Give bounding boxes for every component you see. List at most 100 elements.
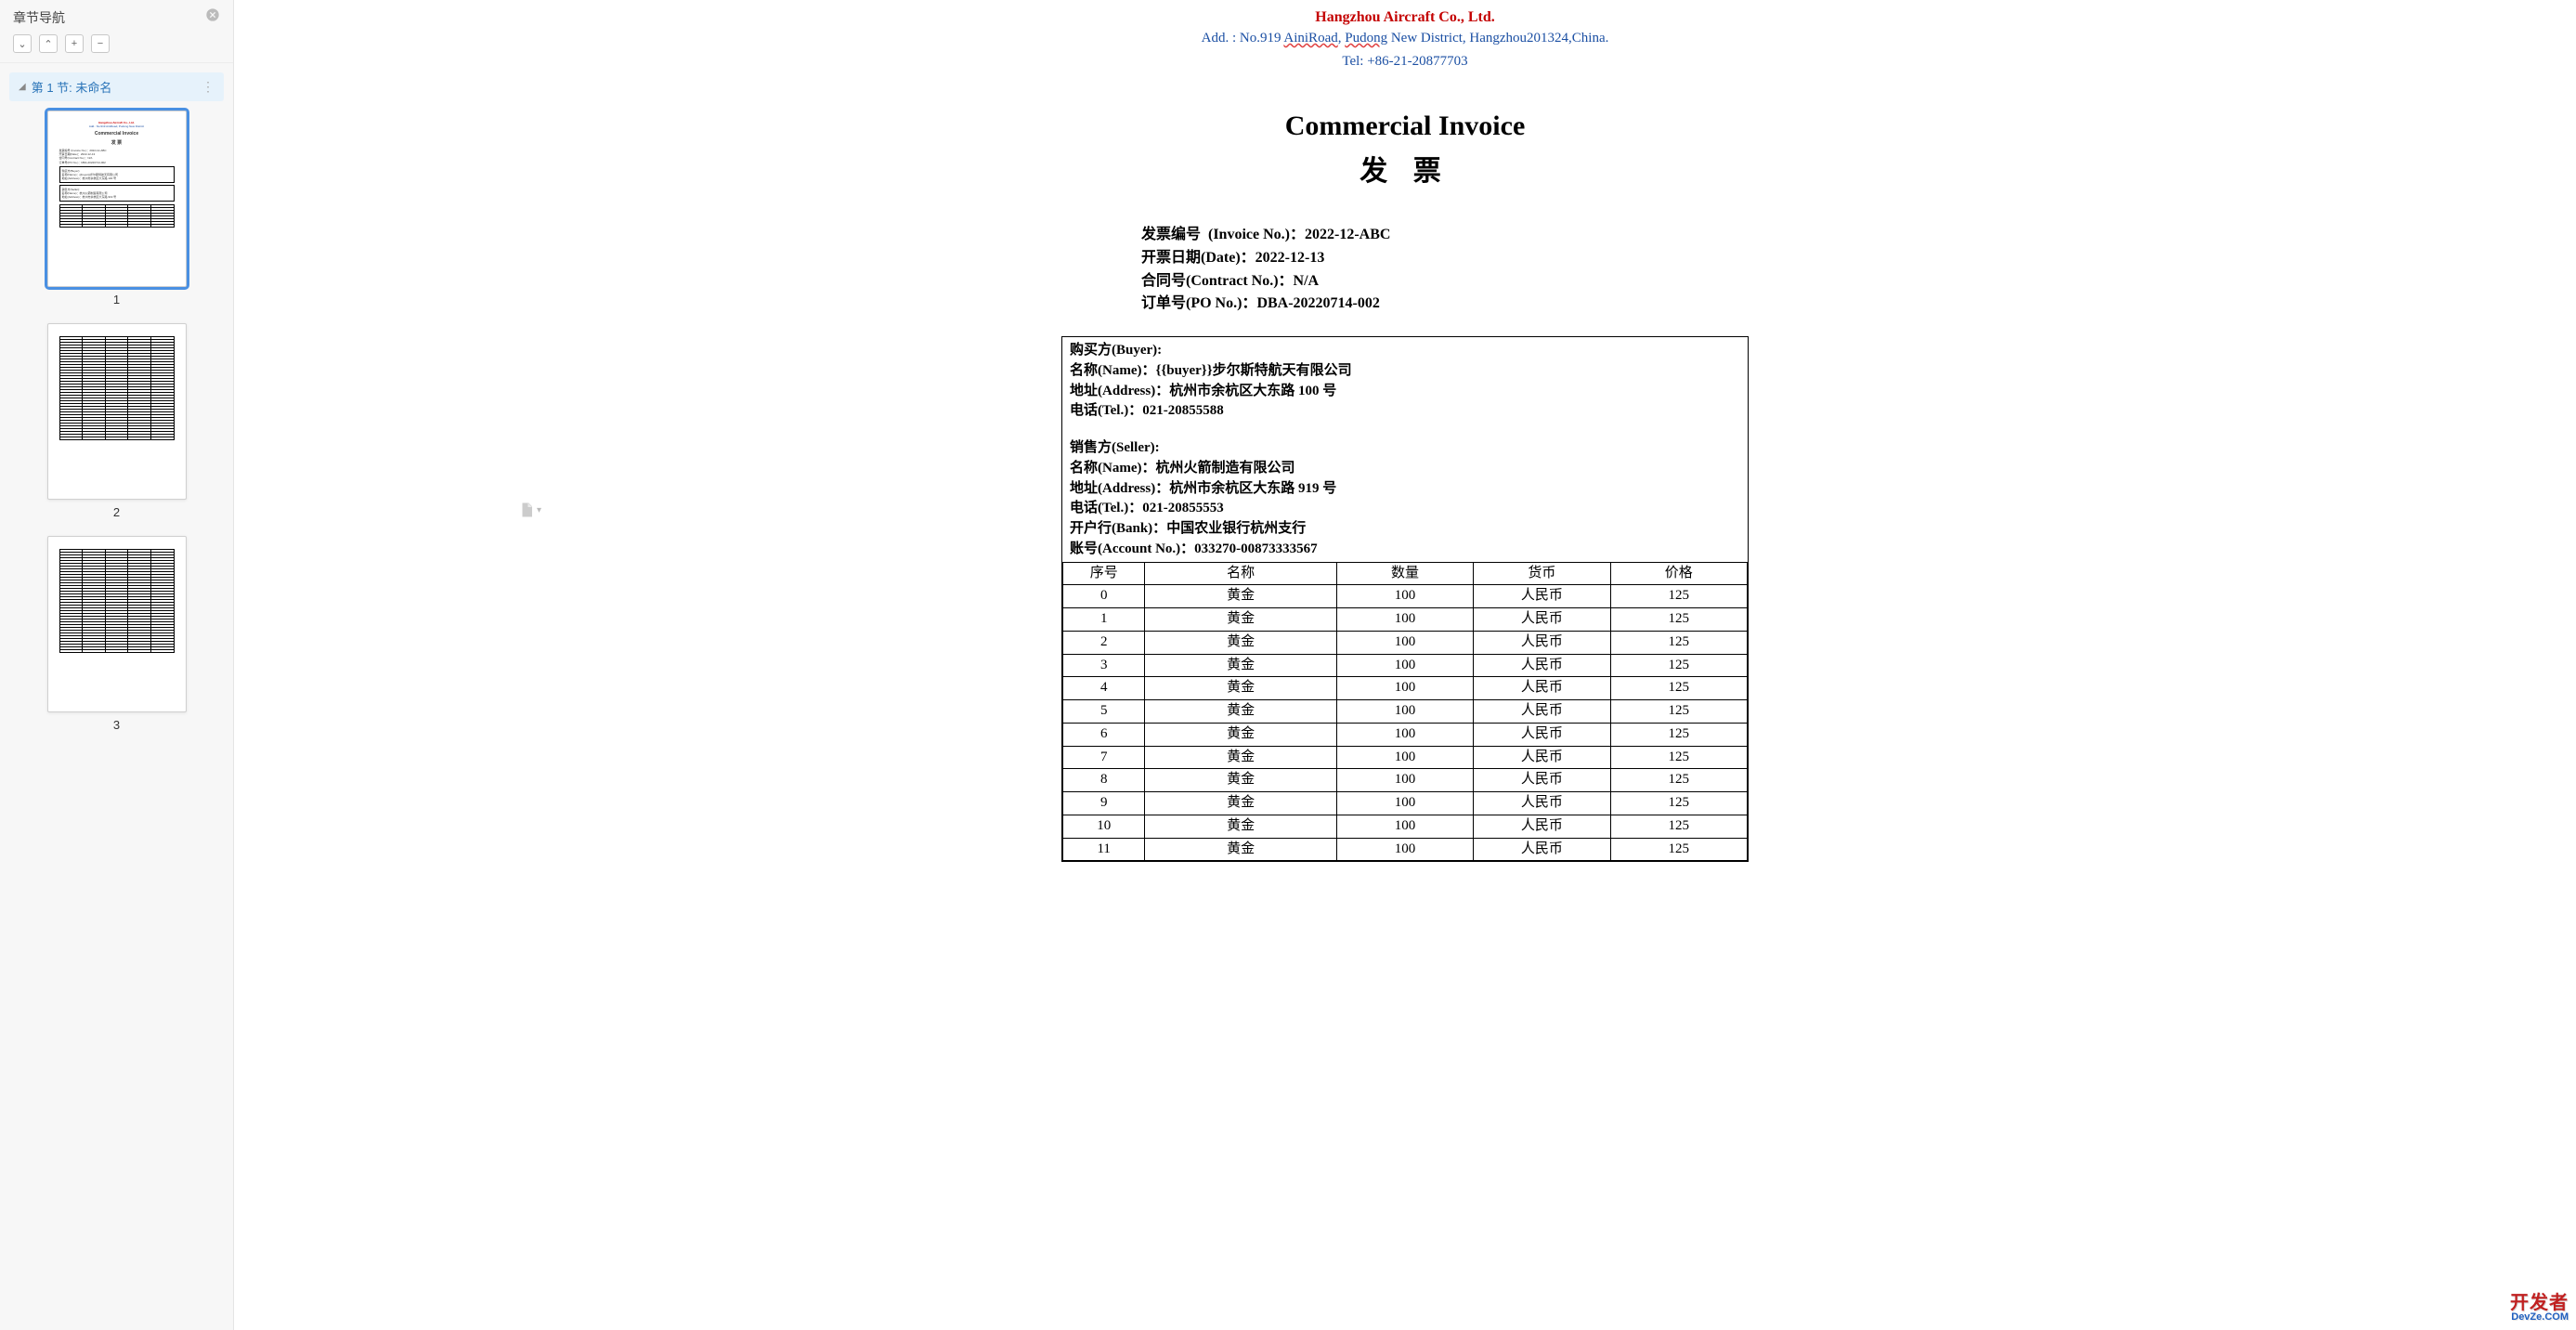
invoice-no-value: 2022-12-ABC [1305,227,1390,242]
cell-price: 125 [1610,654,1747,677]
cell-price: 125 [1610,815,1747,838]
col-price: 价格 [1610,562,1747,585]
buyer-name-row: 名称(Name)：{{buyer}}步尔斯特航天有限公司 [1070,361,1740,382]
table-row: 0黄金100人民币125 [1063,585,1748,608]
buyer-name-label: 名称(Name)： [1070,363,1155,378]
collapse-all-button[interactable]: ⌃ [39,34,58,53]
page-thumbnail-1[interactable]: Hangzhou Aircraft Co., Ltd. Add.: No.919… [47,111,187,287]
cell-price: 125 [1610,631,1747,654]
thumbnail-list: Hangzhou Aircraft Co., Ltd. Add.: No.919… [0,107,233,1330]
document-title-cn: 发 票 [1061,148,1749,189]
page-thumbnail-2[interactable] [47,323,187,500]
page-icon [518,502,535,518]
table-row: 9黄金100人民币125 [1063,792,1748,815]
col-name: 名称 [1145,562,1336,585]
cell-price: 125 [1610,677,1747,700]
po-no-label: 订单号(PO No.)： [1141,295,1256,311]
col-qty: 数量 [1336,562,1473,585]
buyer-tel-value: 021-20855588 [1142,403,1224,418]
cell-ccy: 人民币 [1474,769,1610,792]
cell-name: 黄金 [1145,585,1336,608]
section-item[interactable]: ◢ 第 1 节: 未命名 ⋮ [9,72,224,101]
cell-price: 125 [1610,700,1747,724]
seller-tel-label: 电话(Tel.)： [1070,501,1142,515]
buyer-name-value: {{buyer}}步尔斯特航天有限公司 [1155,363,1351,378]
cell-qty: 100 [1336,746,1473,769]
seller-addr-row: 地址(Address)：杭州市余杭区大东路 919 号 [1070,479,1740,500]
invoice-date-label: 开票日期(Date)： [1141,250,1255,266]
table-row: 4黄金100人民币125 [1063,677,1748,700]
col-currency: 货币 [1474,562,1610,585]
sidebar-header: 章节导航 [0,0,233,33]
invoice-date-value: 2022-12-13 [1255,250,1325,266]
thumbnail-item: 2 [9,323,224,519]
party-box: 购买方(Buyer): 名称(Name)：{{buyer}}步尔斯特航天有限公司… [1061,336,1749,862]
cell-name: 黄金 [1145,792,1336,815]
addr-underlined-2: Pudong [1345,31,1387,46]
cell-idx: 11 [1063,838,1145,861]
seller-name-value: 杭州火箭制造有限公司 [1155,461,1295,476]
document-page[interactable]: Hangzhou Aircraft Co., Ltd. Add. : No.91… [1043,0,1767,1330]
chapter-nav-sidebar: 章节导航 ⌄ ⌃ + − ◢ 第 1 节: 未命名 ⋮ Hangzhou Air… [0,0,234,1330]
cell-qty: 100 [1336,654,1473,677]
cell-price: 125 [1610,792,1747,815]
cell-name: 黄金 [1145,654,1336,677]
seller-heading: 销售方(Seller): [1070,438,1740,459]
addr-prefix: Add. : No.919 [1202,31,1284,46]
add-section-button[interactable]: + [65,34,84,53]
cell-price: 125 [1610,723,1747,746]
invoice-no-row: 发票编号 (Invoice No.)：2022-12-ABC [1141,224,1749,247]
cell-qty: 100 [1336,838,1473,861]
remove-section-button[interactable]: − [91,34,110,53]
sidebar-toolbar: ⌄ ⌃ + − [0,33,233,63]
chevron-down-icon: ◢ [19,82,26,92]
table-row: 3黄金100人民币125 [1063,654,1748,677]
table-row: 1黄金100人民币125 [1063,608,1748,632]
cell-qty: 100 [1336,769,1473,792]
contract-no-value: N/A [1294,273,1320,289]
buyer-addr-row: 地址(Address)：杭州市余杭区大东路 100 号 [1070,382,1740,402]
company-name-red: Hangzhou Aircraft Co., Ltd. [1061,9,1749,26]
seller-addr-label: 地址(Address)： [1070,481,1169,496]
buyer-heading: 购买方(Buyer): [1070,341,1740,361]
close-icon[interactable] [205,7,220,27]
cell-ccy: 人民币 [1474,700,1610,724]
cell-qty: 100 [1336,700,1473,724]
cell-qty: 100 [1336,815,1473,838]
expand-all-button[interactable]: ⌄ [13,34,32,53]
buyer-tel-row: 电话(Tel.)：021-20855588 [1070,401,1740,422]
page-thumbnail-3[interactable] [47,536,187,712]
cell-ccy: 人民币 [1474,608,1610,632]
table-row: 8黄金100人民币125 [1063,769,1748,792]
thumbnail-number: 1 [113,293,120,306]
cell-name: 黄金 [1145,677,1336,700]
cell-idx: 9 [1063,792,1145,815]
buyer-addr-label: 地址(Address)： [1070,384,1169,398]
cell-name: 黄金 [1145,838,1336,861]
section-label: 第 1 节: 未命名 [32,78,112,96]
cell-idx: 4 [1063,677,1145,700]
cell-price: 125 [1610,769,1747,792]
invoice-date-row: 开票日期(Date)：2022-12-13 [1141,247,1749,270]
document-title-en: Commercial Invoice [1061,111,1749,142]
more-icon[interactable]: ⋮ [202,79,215,95]
cell-name: 黄金 [1145,700,1336,724]
cell-qty: 100 [1336,792,1473,815]
cell-price: 125 [1610,585,1747,608]
table-row: 2黄金100人民币125 [1063,631,1748,654]
cell-idx: 3 [1063,654,1145,677]
table-header-row: 序号 名称 数量 货币 价格 [1063,562,1748,585]
table-row: 7黄金100人民币125 [1063,746,1748,769]
addr-underlined-1: AiniRoad [1283,31,1337,46]
buyer-addr-value: 杭州市余杭区大东路 100 号 [1169,384,1336,398]
thumbnail-item: 3 [9,536,224,732]
seller-bank-label: 开户行(Bank)： [1070,521,1166,536]
cell-ccy: 人民币 [1474,654,1610,677]
cell-idx: 2 [1063,631,1145,654]
cell-ccy: 人民币 [1474,792,1610,815]
cell-qty: 100 [1336,677,1473,700]
chevron-down-icon: ▾ [537,505,541,515]
insert-tool[interactable]: ▾ [518,502,541,518]
seller-bank-value: 中国农业银行杭州支行 [1166,521,1306,536]
po-no-value: DBA-20220714-002 [1256,295,1379,311]
